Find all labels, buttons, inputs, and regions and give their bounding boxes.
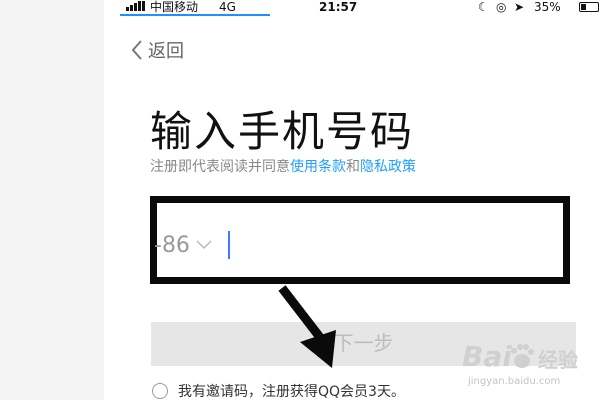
watermark-suffix: 经验 — [538, 348, 578, 372]
page-title: 输入手机号码 — [150, 107, 415, 156]
phone-input-row[interactable]: -86 — [154, 228, 230, 262]
agreement-prefix: 注册即代表阅读并同意 — [150, 159, 290, 175]
network-type: 4G — [219, 0, 236, 14]
back-button[interactable]: 返回 — [130, 36, 184, 64]
watermark-url: jingyan.baidu.com — [468, 376, 561, 387]
battery-icon — [579, 2, 599, 12]
loading-progress-line — [120, 14, 270, 16]
agreement-and: 和 — [346, 159, 360, 175]
invite-radio[interactable] — [152, 383, 168, 399]
location-icon: ➤ — [514, 0, 525, 14]
moon-icon: ☾ — [478, 0, 489, 14]
signal-icon — [126, 1, 146, 11]
country-code-select[interactable]: -86 — [154, 233, 190, 258]
privacy-link[interactable]: 隐私政策 — [360, 159, 416, 175]
chevron-left-icon — [131, 40, 142, 60]
carrier-name: 中国移动 — [150, 0, 199, 14]
watermark-brand: Bai — [462, 340, 512, 373]
left-margin — [0, 0, 104, 400]
text-cursor — [227, 231, 230, 259]
status-bar: 中国移动 4G 21:57 ☾ ◎ ➤ 35% — [120, 0, 600, 14]
battery-percent: 35% — [534, 0, 561, 14]
lock-rotation-icon: ◎ — [496, 0, 507, 14]
baidu-watermark: Bai 经验 jingyan.baidu.com — [462, 338, 598, 396]
paw-icon — [511, 344, 534, 368]
status-icons: ☾ ◎ ➤ 35% — [478, 0, 599, 14]
invite-label: 我有邀请码，注册获得QQ会员3天。 — [178, 384, 405, 400]
status-time: 21:57 — [319, 0, 358, 14]
back-label: 返回 — [148, 41, 184, 62]
annotation-arrow-icon — [278, 285, 336, 368]
terms-link[interactable]: 使用条款 — [290, 159, 346, 175]
chevron-down-icon — [196, 240, 212, 250]
agreement-text: 注册即代表阅读并同意使用条款和隐私政策 — [150, 156, 416, 176]
invite-code-option[interactable]: 我有邀请码，注册获得QQ会员3天。 — [152, 381, 405, 400]
